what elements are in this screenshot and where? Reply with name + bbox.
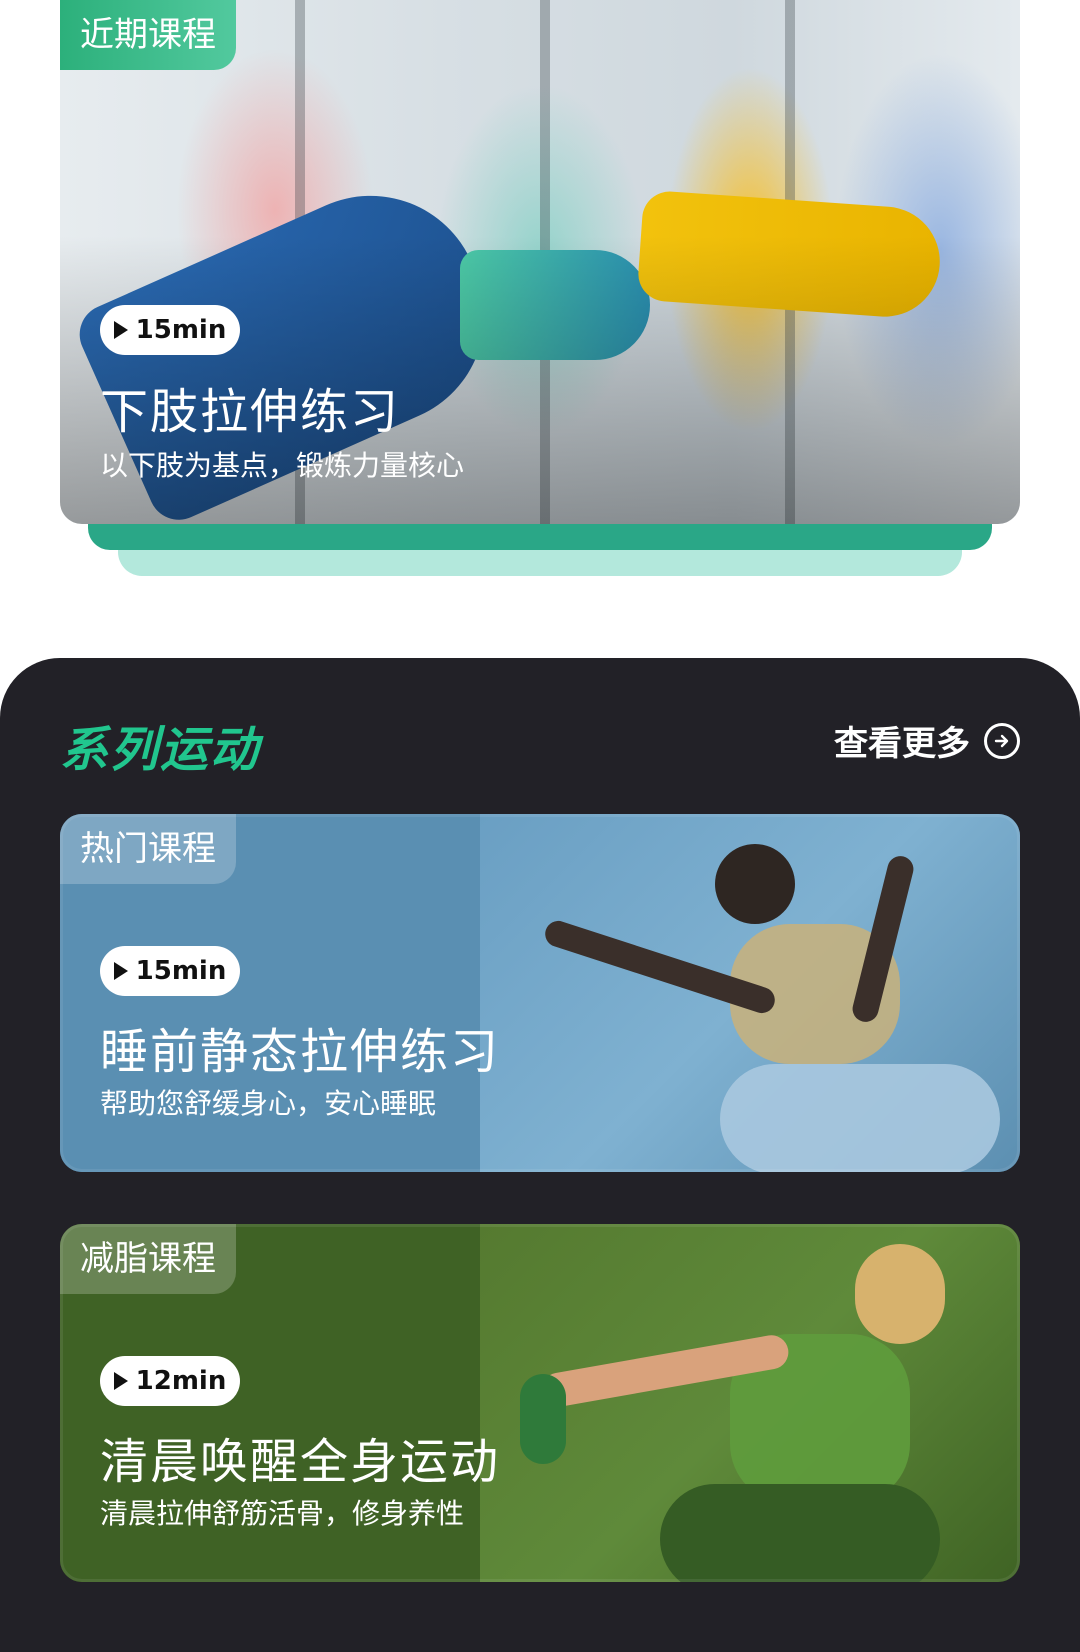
course-subtitle: 清晨拉伸舒筋活骨，修身养性 — [100, 1497, 465, 1530]
view-more-link[interactable]: 查看更多 — [834, 716, 1020, 765]
course-title: 睡前静态拉伸练习 — [100, 1024, 501, 1080]
play-icon — [113, 321, 128, 339]
athlete-legs — [720, 1064, 1000, 1172]
duration-badge: 15min — [100, 946, 240, 996]
fat-loss-course-tag: 减脂课程 — [60, 1224, 236, 1294]
athlete-head — [855, 1244, 945, 1344]
card-image-panel — [480, 814, 1020, 1172]
play-icon — [113, 1372, 128, 1390]
series-card-hot[interactable]: 热门课程 15min 睡前静态拉伸练习 帮助您舒缓身心，安心睡眠 — [60, 814, 1020, 1172]
course-title: 下肢拉伸练习 — [100, 384, 401, 440]
recent-course-card[interactable]: 近期课程 15min 下肢拉伸练习 以下肢为基点，锻炼力量核心 — [60, 0, 1020, 524]
duration-text: 12min — [135, 1366, 227, 1396]
course-subtitle: 以下肢为基点，锻炼力量核心 — [100, 449, 465, 482]
view-more-label: 查看更多 — [834, 724, 970, 764]
series-card-fat-loss[interactable]: 减脂课程 12min 清晨唤醒全身运动 清晨拉伸舒筋活骨，修身养性 — [60, 1224, 1020, 1582]
duration-badge: 12min — [100, 1356, 240, 1406]
section-title: 系列运动 — [60, 722, 261, 778]
course-subtitle: 帮助您舒缓身心，安心睡眠 — [100, 1087, 437, 1120]
duration-text: 15min — [135, 315, 227, 345]
athlete-legs — [660, 1484, 940, 1582]
arrow-right-circle-icon — [984, 722, 1020, 759]
play-icon — [113, 962, 128, 980]
duration-text: 15min — [135, 956, 227, 986]
recent-course-tag: 近期课程 — [60, 0, 236, 70]
dumbbell-icon — [520, 1374, 566, 1464]
course-title: 清晨唤醒全身运动 — [100, 1434, 501, 1490]
series-section: 系列运动 查看更多 热门课程 15min 睡前静态拉伸练习 帮助您舒缓身心，安心… — [0, 658, 1080, 1652]
athlete-head — [715, 844, 795, 924]
hot-course-tag: 热门课程 — [60, 814, 236, 884]
duration-badge: 15min — [100, 305, 240, 355]
card-image-panel — [480, 1224, 1020, 1582]
recent-course-section: 近期课程 15min 下肢拉伸练习 以下肢为基点，锻炼力量核心 — [60, 0, 1020, 580]
